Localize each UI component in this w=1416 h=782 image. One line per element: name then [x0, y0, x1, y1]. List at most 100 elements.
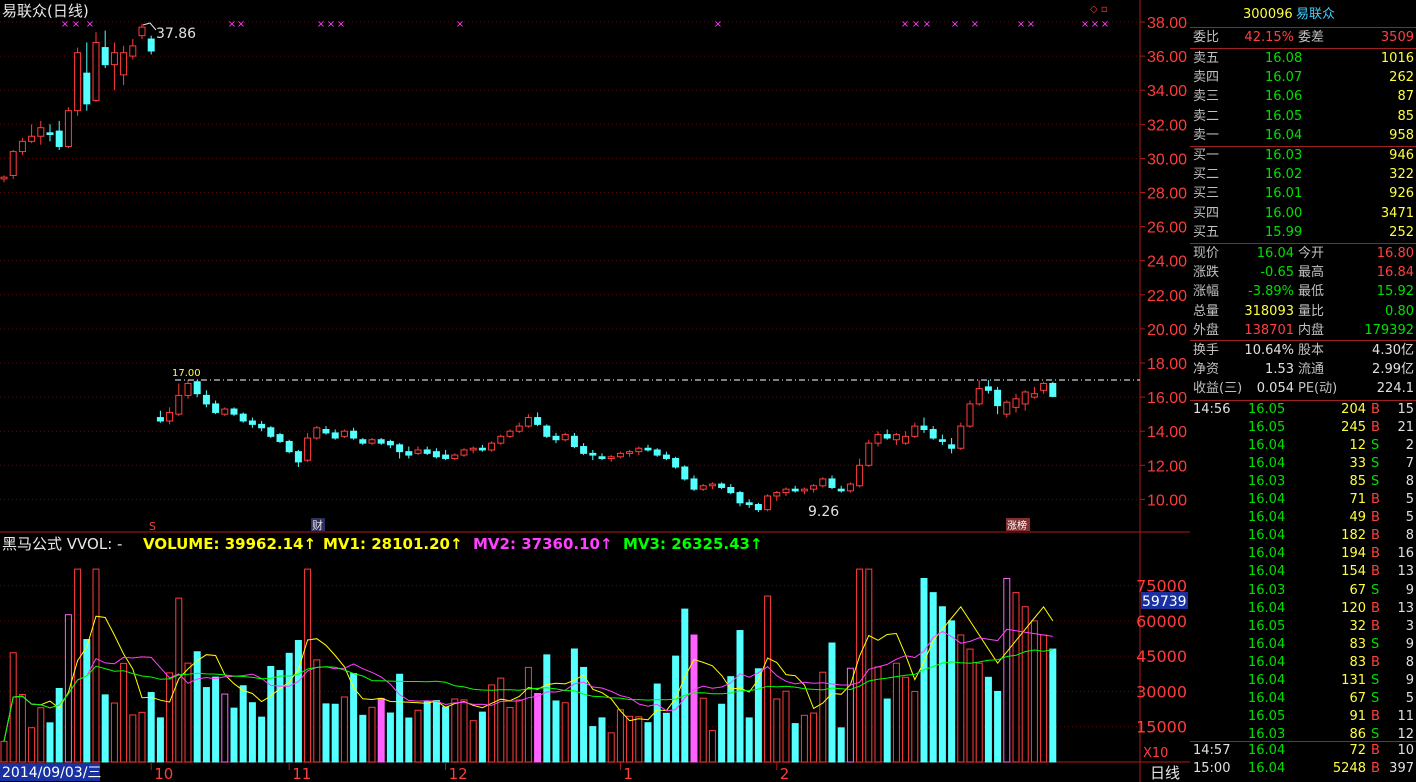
- candle-body: [552, 435, 560, 441]
- tick-row: 16.04 120 B 13: [1190, 600, 1416, 618]
- candle-body: [37, 127, 45, 137]
- tick-side: B: [1371, 743, 1380, 758]
- tick-count: 8: [1405, 654, 1414, 670]
- volume-bar: [782, 690, 790, 763]
- volume-bar: [929, 592, 937, 763]
- volume-bar: [147, 692, 155, 763]
- volume-tick-label: 30000: [1136, 682, 1187, 701]
- signal-marker: ×: [228, 19, 236, 30]
- volume-bar: [37, 707, 45, 763]
- volume-bar: [202, 687, 210, 763]
- volume-bar: [764, 595, 772, 763]
- candle-body: [902, 435, 910, 444]
- sell-volume: 85: [1397, 108, 1414, 124]
- stat-value: 179392: [1364, 322, 1414, 338]
- tick-volume: 194: [1341, 546, 1366, 562]
- tick-count: 8: [1405, 474, 1414, 490]
- unit-label: X10: [1143, 746, 1168, 761]
- volume-bar: [902, 676, 910, 763]
- sell-price: 16.07: [1265, 70, 1303, 86]
- candle-body: [1012, 398, 1020, 408]
- tick-volume: 49: [1349, 510, 1366, 526]
- volume-bar: [92, 568, 100, 763]
- tick-price: 16.03: [1248, 582, 1286, 598]
- volume-bar: [810, 712, 818, 763]
- buy-volume: 3471: [1380, 205, 1414, 221]
- tick-count: 5: [1405, 510, 1414, 526]
- stat-value: 16.84: [1376, 265, 1414, 281]
- volume-bar: [874, 666, 882, 763]
- volume-bar: [359, 714, 367, 763]
- price-tick-label: 32.00: [1147, 117, 1187, 134]
- tick-volume: 32: [1349, 618, 1366, 634]
- tick-price: 16.04: [1248, 492, 1286, 508]
- volume-bar: [294, 640, 302, 763]
- tick-time: 14:56: [1193, 402, 1231, 417]
- tick-count: 16: [1397, 546, 1414, 562]
- volume-bar: [773, 698, 781, 763]
- candle-body: [138, 26, 146, 37]
- stat-label: 今开: [1298, 246, 1325, 261]
- candle-body: [442, 454, 450, 459]
- tick-row: 14:56 16.05 204 B 15: [1190, 401, 1416, 419]
- candle-body: [18, 140, 26, 153]
- chart-title: 易联众(日线): [2, 2, 89, 20]
- stat-row: 收益(三) 0.054 PE(动) 224.1: [1190, 380, 1416, 398]
- tick-row: 16.05 91 B 11: [1190, 708, 1416, 726]
- candle-body: [727, 486, 735, 494]
- buy-label: 买一: [1193, 148, 1220, 163]
- candle-body: [469, 447, 477, 451]
- candle-body: [662, 454, 670, 459]
- sell-volume: 87: [1397, 89, 1414, 105]
- sell-row: 卖一 16.04 958: [1190, 127, 1416, 145]
- buy-price: 16.02: [1265, 167, 1303, 183]
- buy-row: 买二 16.02 322: [1190, 166, 1416, 184]
- signal-marker: ×: [1101, 19, 1109, 30]
- volume-bar: [644, 722, 652, 763]
- stat-label: 流通: [1298, 362, 1325, 378]
- tick-price: 16.03: [1248, 474, 1286, 490]
- current-volume-label: 59739: [1142, 594, 1187, 610]
- volume-bar: [497, 677, 505, 763]
- stat-label: 涨跌: [1193, 265, 1220, 281]
- period-label: 日线: [1150, 764, 1180, 782]
- tick-time: 15:00: [1193, 761, 1231, 776]
- tick-count: 13: [1397, 600, 1414, 616]
- volume-bar: [55, 687, 63, 763]
- low-label: 9.26: [808, 504, 839, 520]
- volume-bar: [28, 727, 36, 763]
- stock-name: 易联众: [1296, 7, 1336, 22]
- volume-legend-item: MV3: 26325.43↑: [623, 535, 763, 553]
- volume-bar: [129, 714, 137, 763]
- buy-label: 买二: [1193, 167, 1220, 183]
- signal-marker: ×: [971, 19, 979, 30]
- candle-body: [230, 408, 238, 415]
- volume-bar: [699, 697, 707, 763]
- volume-bar: [64, 614, 72, 763]
- candle-body: [1040, 382, 1048, 391]
- candle-body: [267, 427, 275, 437]
- volume-bar: [690, 634, 698, 763]
- tick-side: S: [1371, 474, 1380, 490]
- candle-body: [331, 432, 339, 439]
- candle-body: [580, 446, 588, 454]
- volume-bar: [598, 717, 606, 763]
- kline-chart[interactable]: 38.00 36.00 34.00 32.00 30.00 28.00 26.00 24.00…: [0, 0, 1190, 782]
- candle-body: [616, 452, 624, 458]
- candle-body: [120, 52, 128, 76]
- tick-side: B: [1371, 546, 1380, 562]
- tick-volume: 120: [1341, 600, 1366, 616]
- buy-row: 买五 15.99 252: [1190, 224, 1416, 242]
- tick-side: B: [1371, 618, 1380, 634]
- volume-bar: [561, 702, 569, 763]
- stat-value: -3.89%: [1248, 284, 1294, 300]
- volume-bar: [74, 568, 82, 763]
- volume-legend-item: MV1: 28101.20↑: [323, 535, 463, 553]
- buy-volume: 322: [1389, 167, 1414, 183]
- tick-side: B: [1371, 654, 1380, 670]
- signal-marker: ×: [1081, 19, 1089, 30]
- volume-bar: [488, 684, 496, 763]
- tick-price: 16.04: [1248, 636, 1286, 652]
- volume-bar: [994, 690, 1002, 763]
- stat-value: 0.054: [1256, 381, 1294, 397]
